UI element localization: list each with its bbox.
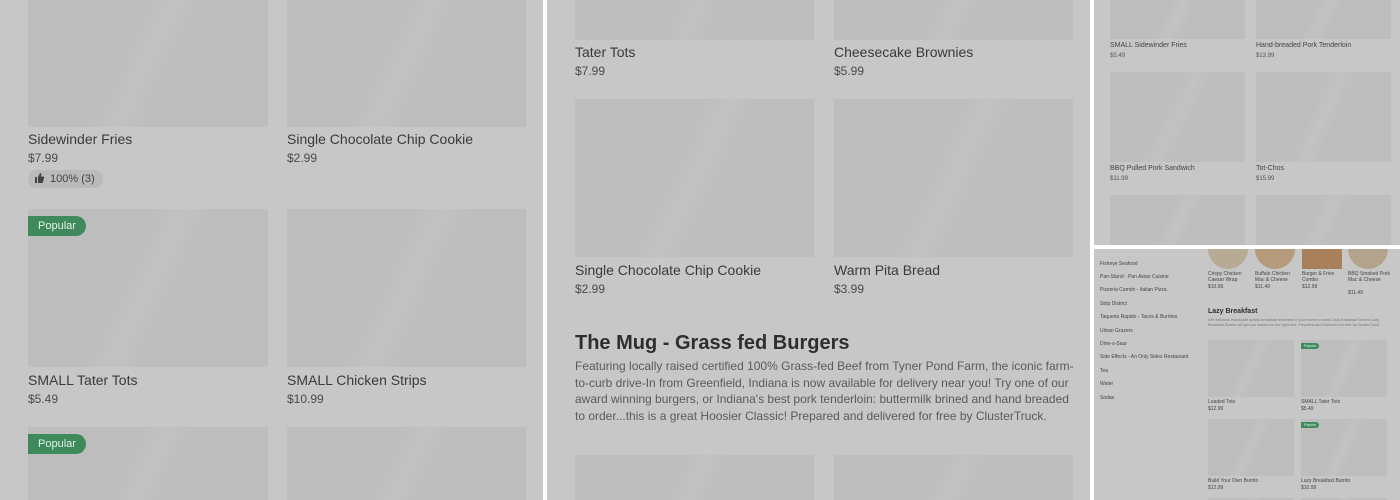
rating-badge: 100% (3) — [28, 170, 103, 188]
item-image[interactable] — [575, 0, 814, 40]
menu-panel-4: Fisheye Seafood Pan-Stand - Pan Asian Cu… — [1094, 249, 1400, 500]
sidebar-item[interactable]: Urban Grazers — [1100, 328, 1133, 334]
rating-text: 100% (3) — [50, 173, 95, 185]
item-name[interactable]: SMALL Tater Tots — [1301, 399, 1340, 405]
thumbs-up-icon — [35, 173, 44, 183]
item-image[interactable] — [1110, 72, 1245, 162]
item-image[interactable] — [575, 99, 814, 257]
menu-panel-3: SMALL Sidewinder Fries $5.49 Hand-breade… — [1094, 0, 1400, 245]
item-name[interactable]: Build Your Own Burrito — [1208, 478, 1258, 484]
menu-panel-1: Sidewinder Fries $7.99 100% (3) Single C… — [0, 0, 543, 500]
item-image[interactable] — [834, 455, 1073, 500]
item-image[interactable] — [1348, 249, 1388, 269]
item-image[interactable] — [1208, 419, 1294, 476]
item-image[interactable] — [28, 0, 268, 127]
menu-panel-2: Tater Tots $7.99 Cheesecake Brownies $5.… — [547, 0, 1090, 500]
sidebar-item[interactable]: Fisheye Seafood — [1100, 261, 1138, 267]
item-price: $5.49 — [1110, 53, 1126, 59]
item-price: $2.99 — [287, 151, 318, 165]
item-price: $5.49 — [1301, 406, 1314, 412]
item-image[interactable] — [1302, 249, 1342, 269]
section-title: The Mug - Grass fed Burgers — [575, 332, 850, 354]
item-image[interactable] — [1208, 249, 1248, 269]
sidebar-item[interactable]: Sodas — [1100, 395, 1114, 401]
item-price: $11.49 — [1348, 290, 1363, 296]
item-price: $12.99 — [1208, 406, 1224, 412]
item-name[interactable]: SMALL Tater Tots — [28, 372, 137, 388]
section-title: Lazy Breakfast — [1208, 308, 1258, 315]
sidebar-item[interactable]: Water — [1100, 381, 1113, 387]
item-name[interactable]: Buffalo Chicken Mac & Cheese — [1255, 271, 1297, 283]
item-name[interactable]: Tater Tots — [575, 44, 635, 60]
item-price: $3.99 — [834, 282, 865, 296]
item-price: $15.99 — [1256, 176, 1275, 182]
item-price: $13.99 — [1256, 53, 1275, 59]
item-name[interactable]: Cheesecake Brownies — [834, 44, 973, 60]
item-price: $10.99 — [1208, 284, 1224, 290]
sidebar-item[interactable]: Side Effects - An Only Sides Restaurant — [1100, 354, 1188, 360]
item-name[interactable]: Loaded Tots — [1208, 399, 1235, 405]
item-image[interactable] — [1256, 72, 1391, 162]
item-name[interactable]: Crispy Chicken Caesar Wrap — [1208, 271, 1250, 283]
item-price: $10.99 — [1301, 485, 1317, 491]
item-name[interactable]: BBQ Pulled Pork Sandwich — [1110, 165, 1195, 172]
item-image[interactable] — [575, 455, 814, 500]
item-name[interactable]: SMALL Chicken Strips — [287, 372, 427, 388]
item-image[interactable] — [1110, 195, 1245, 245]
popular-badge: Popular — [1301, 343, 1320, 349]
sidebar-item[interactable]: Dine-o-Saur — [1100, 341, 1127, 347]
item-image[interactable] — [1208, 340, 1294, 397]
sidebar-item[interactable]: Taqueria Rapido - Tacos & Burritos — [1100, 314, 1177, 320]
item-image[interactable] — [287, 0, 526, 127]
sidebar-item[interactable]: Pizzeria Camón - Italian Pizza — [1100, 287, 1167, 293]
item-price: $11.99 — [1110, 176, 1128, 182]
item-name[interactable]: BBQ Smoked Pork Mac & Cheese — [1348, 271, 1390, 283]
item-name[interactable]: Single Chocolate Chip Cookie — [287, 131, 473, 147]
item-price: $5.49 — [28, 392, 59, 406]
item-name[interactable]: Tot-Chos — [1256, 165, 1284, 172]
item-name[interactable]: SMALL Sidewinder Fries — [1110, 42, 1187, 49]
item-name[interactable]: Burger & Fries Combo — [1302, 271, 1344, 283]
section-description: Get delicious restaurant quality breakfa… — [1208, 318, 1381, 327]
section-description: Featuring locally raised certified 100% … — [575, 359, 1074, 423]
sidebar-item[interactable]: Strip District — [1100, 301, 1127, 307]
item-price: $10.99 — [287, 392, 324, 406]
item-image[interactable] — [287, 209, 526, 367]
item-image[interactable] — [1256, 195, 1391, 245]
sidebar-item[interactable]: Pan-Stand - Pan Asian Cuisine — [1100, 274, 1169, 280]
popular-badge: Popular — [28, 434, 86, 454]
item-image[interactable] — [834, 0, 1073, 40]
item-price: $7.99 — [575, 64, 606, 78]
item-image[interactable] — [1110, 0, 1245, 39]
item-price: $12.99 — [1302, 284, 1318, 290]
popular-badge: Popular — [1301, 422, 1320, 428]
item-image[interactable] — [1255, 249, 1295, 269]
item-name[interactable]: Warm Pita Bread — [834, 262, 940, 278]
item-price: $7.99 — [28, 151, 59, 165]
sidebar-item[interactable]: Tea — [1100, 368, 1108, 374]
item-name[interactable]: Single Chocolate Chip Cookie — [575, 262, 761, 278]
item-image[interactable] — [287, 427, 526, 500]
item-name[interactable]: Hand-breaded Pork Tenderloin — [1256, 42, 1351, 49]
item-price: $12.99 — [1208, 485, 1224, 491]
item-price: $2.99 — [575, 282, 606, 296]
item-price: $11.49 — [1255, 284, 1270, 290]
item-price: $5.99 — [834, 64, 865, 78]
item-image[interactable] — [834, 99, 1073, 257]
item-name[interactable]: Lazy Breakfast Burrito — [1301, 478, 1350, 484]
item-image[interactable] — [1256, 0, 1391, 39]
item-name[interactable]: Sidewinder Fries — [28, 131, 132, 147]
popular-badge: Popular — [28, 216, 86, 236]
